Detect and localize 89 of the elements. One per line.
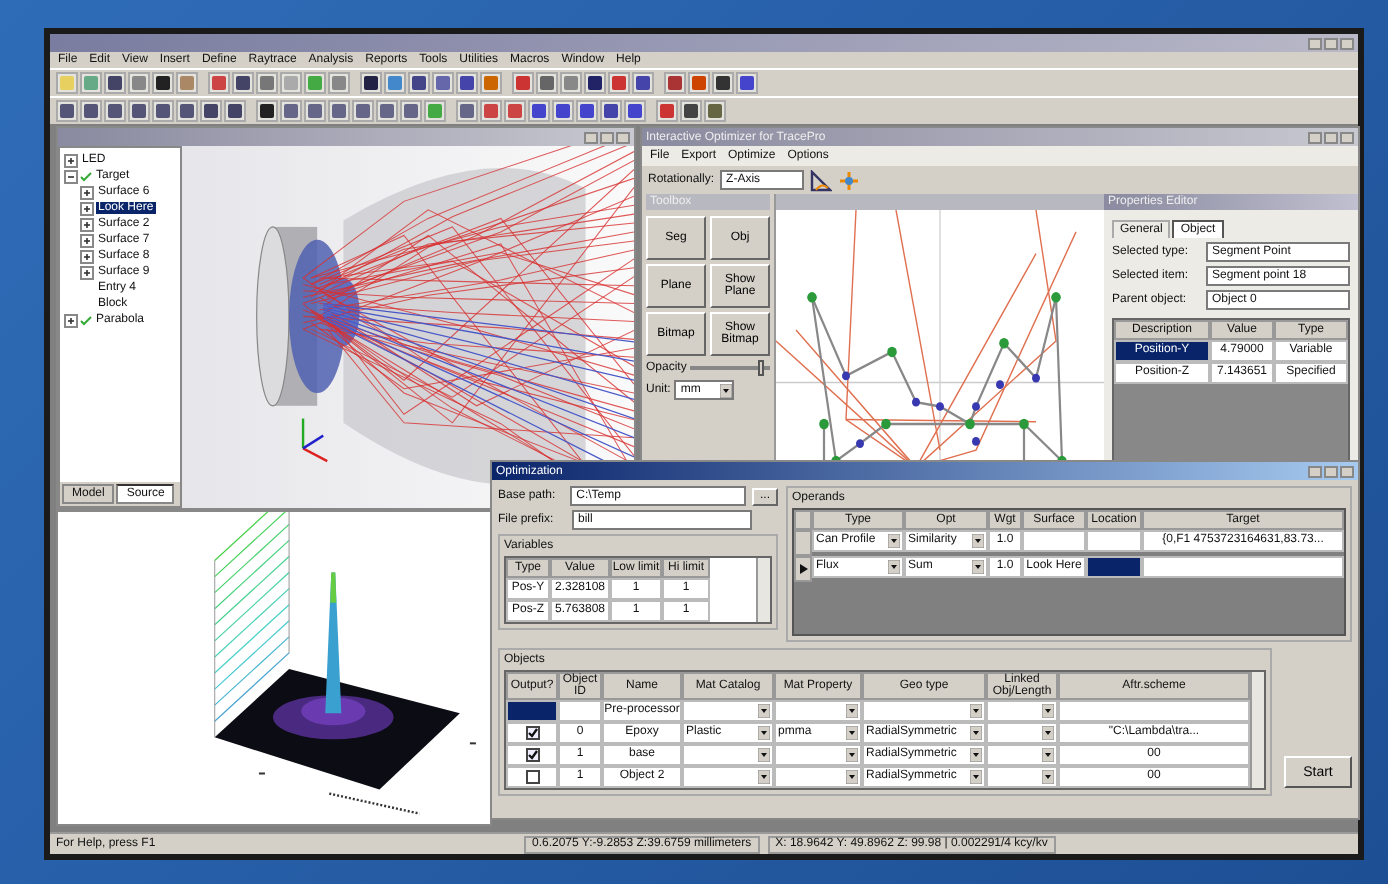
expand-icon[interactable] [64, 153, 78, 167]
expand-icon[interactable] [64, 313, 78, 327]
caret-icon[interactable] [1042, 770, 1054, 784]
caret-icon[interactable] [970, 704, 982, 718]
dropdown-cell[interactable] [774, 700, 862, 722]
current-row-icon [799, 564, 807, 574]
tick-mark [258, 772, 265, 775]
table-cell[interactable] [1086, 556, 1142, 578]
checkbox[interactable] [525, 770, 539, 784]
tool-icon[interactable] [360, 72, 382, 94]
table-cell[interactable] [506, 700, 558, 722]
expand-icon[interactable] [80, 185, 94, 199]
dropdown-cell[interactable] [986, 744, 1058, 766]
tool-icon[interactable] [200, 100, 222, 122]
table-cell[interactable] [1142, 556, 1344, 578]
tool-icon[interactable] [56, 100, 78, 122]
expand-icon[interactable] [80, 265, 94, 279]
expand-icon[interactable] [80, 201, 94, 215]
caret-icon[interactable] [720, 383, 733, 397]
dropdown-cell[interactable] [986, 722, 1058, 744]
dropdown-cell[interactable] [682, 766, 774, 788]
table-cell[interactable] [1086, 530, 1142, 552]
checkbox[interactable] [525, 726, 539, 740]
tool-icon[interactable] [80, 100, 102, 122]
tool-icon[interactable] [176, 100, 198, 122]
row-header[interactable] [794, 556, 812, 582]
table-cell[interactable] [506, 722, 558, 744]
caret-icon[interactable] [972, 534, 984, 548]
tool-icon[interactable] [128, 100, 150, 122]
caret-icon[interactable] [970, 726, 982, 740]
tool-icon[interactable] [624, 100, 646, 122]
tool-icon[interactable] [584, 72, 606, 94]
expand-icon[interactable] [80, 233, 94, 247]
caret-icon[interactable] [1042, 704, 1054, 718]
tool-icon[interactable] [152, 100, 174, 122]
tool-icon[interactable] [736, 72, 758, 94]
dropdown-cell[interactable] [682, 700, 774, 722]
caret-icon[interactable] [846, 726, 858, 740]
slider-thumb[interactable] [758, 360, 765, 376]
caret-icon[interactable] [972, 560, 984, 574]
caret-icon[interactable] [1042, 726, 1054, 740]
axis-label-mark [329, 792, 420, 815]
table-cell[interactable] [506, 766, 558, 788]
caret-icon[interactable] [846, 748, 858, 762]
table-cell[interactable] [506, 744, 558, 766]
table-cell[interactable] [558, 700, 602, 722]
scrollbar[interactable] [1250, 672, 1264, 788]
dropdown-cell[interactable] [862, 700, 986, 722]
ruler-icon[interactable] [810, 169, 833, 191]
tool-icon[interactable] [552, 100, 574, 122]
caret-icon[interactable] [758, 704, 770, 718]
caret-icon[interactable] [888, 560, 900, 574]
tool-icon[interactable] [224, 100, 246, 122]
dropdown-cell[interactable] [986, 700, 1058, 722]
caret-icon[interactable] [846, 770, 858, 784]
expand-icon[interactable] [80, 217, 94, 231]
scrollbar[interactable] [756, 558, 770, 622]
tool-icon[interactable] [232, 72, 254, 94]
tool-icon[interactable] [104, 100, 126, 122]
caret-icon[interactable] [1042, 748, 1054, 762]
tool-icon[interactable] [600, 100, 622, 122]
caret-icon[interactable] [888, 534, 900, 548]
tool-icon[interactable] [256, 100, 278, 122]
caret-icon[interactable] [758, 770, 770, 784]
tool-icon[interactable] [104, 72, 126, 94]
caret-icon[interactable] [970, 748, 982, 762]
tool-icon[interactable] [632, 72, 654, 94]
tool-icon[interactable] [456, 72, 478, 94]
dropdown-cell[interactable] [682, 744, 774, 766]
tool-icon[interactable] [408, 72, 430, 94]
expand-icon[interactable] [80, 249, 94, 263]
table-cell[interactable] [1022, 530, 1086, 552]
dropdown-cell[interactable] [986, 766, 1058, 788]
caret-icon[interactable] [758, 748, 770, 762]
dropdown-cell[interactable] [774, 766, 862, 788]
dropdown-cell[interactable] [774, 744, 862, 766]
tool-icon[interactable] [680, 100, 702, 122]
header-corner [794, 510, 812, 530]
table-cell[interactable] [1058, 700, 1250, 722]
tool-icon[interactable] [528, 100, 550, 122]
caret-icon[interactable] [758, 726, 770, 740]
checkbox[interactable] [525, 748, 539, 762]
caret-icon[interactable] [846, 704, 858, 718]
tool-icon[interactable] [152, 72, 174, 94]
expand-icon[interactable] [64, 169, 78, 183]
caret-icon[interactable] [970, 770, 982, 784]
tool-icon[interactable] [712, 72, 734, 94]
tool-icon[interactable] [576, 100, 598, 122]
tick-mark [469, 742, 476, 745]
